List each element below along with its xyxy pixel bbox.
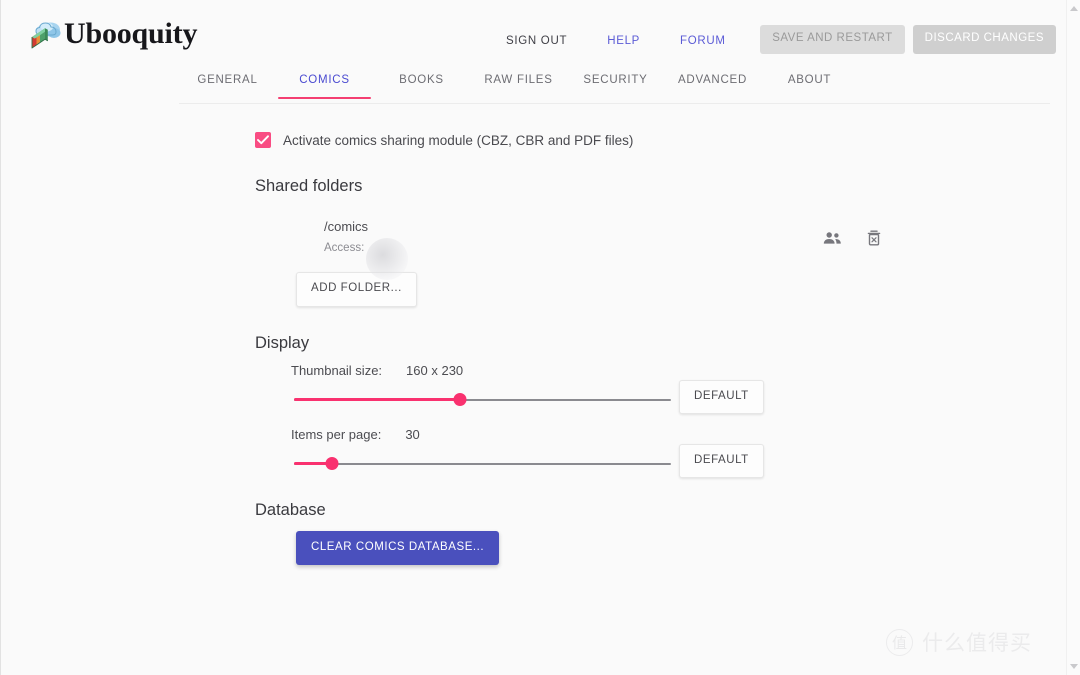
nav-forum[interactable]: FORUM: [680, 31, 726, 51]
shared-folders-list: /comics Access:: [1, 212, 1080, 280]
slider-thumb[interactable]: [325, 457, 339, 470]
items-per-page-block: Items per page: 30 DEFAULT: [1, 427, 1080, 478]
thumbnail-size-block: Thumbnail size: 160 x 230 DEFAULT: [1, 363, 1080, 414]
thumbnail-size-label-row: Thumbnail size: 160 x 230: [291, 363, 1080, 378]
thumbnail-size-slider[interactable]: DEFAULT: [294, 379, 764, 414]
thumbnail-default-wrap: DEFAULT: [679, 379, 764, 414]
brand: Ubooquity: [27, 17, 197, 51]
items-per-page-slider[interactable]: DEFAULT: [294, 443, 764, 478]
ubooquity-admin-window: Ubooquity SIGN OUT HELP FORUM DONATE SAV…: [0, 0, 1080, 675]
tab-general[interactable]: GENERAL: [179, 68, 276, 99]
users-icon[interactable]: [822, 228, 842, 248]
tab-security[interactable]: SECURITY: [567, 68, 664, 99]
save-and-restart-button[interactable]: SAVE AND RESTART: [760, 25, 905, 54]
tab-books[interactable]: BOOKS: [373, 68, 470, 99]
folder-row: /comics Access:: [279, 212, 884, 280]
folder-path: /comics: [324, 218, 369, 234]
items-per-page-value: 30: [405, 426, 420, 442]
page-scrollbar[interactable]: [1066, 0, 1080, 675]
items-per-page-label: Items per page:: [291, 426, 382, 442]
slider-fill: [294, 398, 460, 401]
display-title: Display: [255, 333, 310, 352]
items-per-page-label-row: Items per page: 30: [291, 427, 1080, 442]
slider-track: [294, 462, 671, 465]
clear-comics-database-button[interactable]: CLEAR COMICS DATABASE...: [296, 530, 500, 565]
checkmark-icon: [257, 135, 269, 145]
items-per-page-default-button[interactable]: DEFAULT: [679, 443, 764, 478]
folder-access-label: Access:: [324, 241, 365, 254]
thumbnail-size-value: 160 x 230: [406, 362, 464, 378]
slider-thumb[interactable]: [453, 393, 467, 406]
activate-comics-label: Activate comics sharing module (CBZ, CBR…: [283, 132, 634, 148]
items-default-wrap: DEFAULT: [679, 443, 764, 478]
brand-name: Ubooquity: [64, 17, 198, 50]
nav-sign-out[interactable]: SIGN OUT: [506, 31, 567, 51]
add-folder-wrap: ADD FOLDER...: [296, 272, 1080, 307]
cloud-books-icon: [27, 17, 63, 51]
comics-settings-panel: Activate comics sharing module (CBZ, CBR…: [1, 104, 1080, 675]
shared-folders-title: Shared folders: [255, 177, 363, 195]
trash-delete-icon[interactable]: [864, 228, 884, 248]
nav-help[interactable]: HELP: [607, 31, 640, 51]
folder-actions: [822, 228, 884, 248]
header-actions: SAVE AND RESTART DISCARD CHANGES: [760, 25, 1056, 54]
tab-comics[interactable]: COMICS: [276, 68, 373, 99]
thumbnail-default-button[interactable]: DEFAULT: [679, 379, 764, 414]
database-title: Database: [255, 500, 326, 519]
app-header: Ubooquity SIGN OUT HELP FORUM DONATE SAV…: [1, 0, 1080, 68]
items-per-page-slider-row: DEFAULT: [1, 443, 1080, 478]
tab-advanced[interactable]: ADVANCED: [664, 68, 761, 99]
folder-access: Access:: [324, 237, 408, 280]
thumbnail-size-slider-row: DEFAULT: [1, 379, 1080, 414]
activate-comics-checkbox[interactable]: [255, 132, 271, 148]
folder-info: /comics Access:: [324, 218, 408, 280]
tab-raw-files[interactable]: RAW FILES: [470, 68, 567, 99]
discard-changes-button[interactable]: DISCARD CHANGES: [912, 25, 1056, 54]
thumbnail-size-label: Thumbnail size:: [291, 362, 383, 378]
scroll-up-arrow-icon[interactable]: [1069, 6, 1078, 11]
add-folder-button[interactable]: ADD FOLDER...: [296, 272, 417, 307]
settings-tabbar: GENERAL COMICS BOOKS RAW FILES SECURITY …: [1, 68, 1080, 104]
database-actions: CLEAR COMICS DATABASE...: [296, 530, 1080, 565]
scroll-down-arrow-icon[interactable]: [1069, 664, 1078, 669]
activate-comics-row: Activate comics sharing module (CBZ, CBR…: [255, 132, 1080, 148]
tab-about[interactable]: ABOUT: [761, 68, 858, 99]
